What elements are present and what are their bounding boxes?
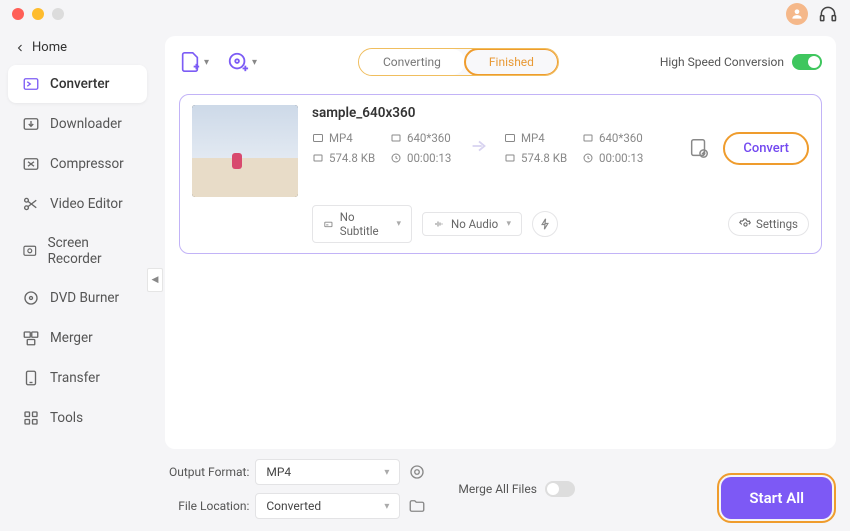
minimize-icon[interactable] bbox=[32, 8, 44, 20]
merge-toggle[interactable] bbox=[545, 481, 575, 497]
transfer-icon bbox=[22, 369, 40, 387]
chevron-down-icon: ▾ bbox=[252, 57, 257, 68]
target-size: 574.8 KB bbox=[504, 151, 568, 165]
record-icon bbox=[22, 242, 38, 260]
window-controls[interactable] bbox=[12, 8, 64, 20]
sidebar-item-tools[interactable]: Tools bbox=[8, 399, 147, 437]
sidebar-item-label: Transfer bbox=[50, 370, 100, 386]
tab-converting[interactable]: Converting bbox=[359, 49, 465, 75]
compress-icon bbox=[22, 155, 40, 173]
target-duration: 00:00:13 bbox=[582, 151, 646, 165]
speedup-button[interactable] bbox=[532, 211, 558, 237]
output-format-dropdown[interactable]: MP4 ▾ bbox=[255, 459, 400, 485]
chevron-down-icon: ▾ bbox=[396, 219, 401, 229]
output-settings-button[interactable] bbox=[406, 461, 428, 483]
output-profile-button[interactable] bbox=[685, 134, 713, 162]
sidebar-item-label: Merger bbox=[50, 330, 93, 346]
sidebar-item-dvd-burner[interactable]: DVD Burner bbox=[8, 279, 147, 317]
target-resolution: 640*360 bbox=[582, 131, 646, 145]
audio-icon bbox=[433, 218, 445, 230]
home-link[interactable]: Home bbox=[0, 32, 155, 63]
scissors-icon bbox=[22, 195, 40, 213]
chevron-down-icon: ▾ bbox=[384, 501, 389, 512]
gear-icon bbox=[408, 463, 426, 481]
open-folder-button[interactable] bbox=[406, 495, 428, 517]
close-icon[interactable] bbox=[12, 8, 24, 20]
status-tabs: Converting Finished bbox=[358, 48, 559, 76]
chevron-left-icon bbox=[14, 42, 26, 54]
home-label: Home bbox=[32, 40, 67, 55]
sidebar-item-converter[interactable]: Converter bbox=[8, 65, 147, 103]
disc-icon bbox=[22, 289, 40, 307]
source-resolution: 640*360 bbox=[390, 131, 454, 145]
add-disc-icon bbox=[227, 51, 249, 73]
sidebar-item-label: Downloader bbox=[50, 116, 122, 132]
high-speed-toggle[interactable] bbox=[792, 54, 822, 70]
chevron-down-icon: ▾ bbox=[204, 57, 209, 68]
sidebar-item-screen-recorder[interactable]: Screen Recorder bbox=[8, 225, 147, 277]
chevron-down-icon: ▾ bbox=[384, 467, 389, 478]
maximize-icon[interactable] bbox=[52, 8, 64, 20]
tab-finished[interactable]: Finished bbox=[464, 48, 559, 76]
gear-icon bbox=[739, 218, 752, 231]
sidebar: Home Converter Downloader Compressor Vid… bbox=[0, 28, 155, 531]
arrow-right-icon bbox=[460, 135, 498, 161]
sidebar-item-label: Screen Recorder bbox=[48, 235, 133, 267]
sidebar-item-compressor[interactable]: Compressor bbox=[8, 145, 147, 183]
settings-button[interactable]: Settings bbox=[728, 212, 809, 236]
source-duration: 00:00:13 bbox=[390, 151, 454, 165]
output-format-label: Output Format: bbox=[169, 465, 249, 479]
file-location-label: File Location: bbox=[169, 499, 249, 513]
file-name: sample_640x360 bbox=[312, 105, 809, 121]
convert-button[interactable]: Convert bbox=[723, 132, 809, 165]
sidebar-item-downloader[interactable]: Downloader bbox=[8, 105, 147, 143]
chevron-down-icon: ▾ bbox=[506, 219, 511, 229]
high-speed-label: High Speed Conversion bbox=[660, 55, 784, 69]
subtitle-dropdown[interactable]: No Subtitle ▾ bbox=[312, 205, 412, 243]
sidebar-item-video-editor[interactable]: Video Editor bbox=[8, 185, 147, 223]
converter-icon bbox=[22, 75, 40, 93]
source-format: MP4 bbox=[312, 131, 376, 145]
collapse-sidebar-button[interactable]: ◀ bbox=[147, 268, 163, 292]
bolt-icon bbox=[538, 217, 552, 231]
folder-icon bbox=[408, 497, 426, 515]
file-location-dropdown[interactable]: Converted ▾ bbox=[255, 493, 400, 519]
sidebar-item-merger[interactable]: Merger bbox=[8, 319, 147, 357]
target-format: MP4 bbox=[504, 131, 568, 145]
download-icon bbox=[22, 115, 40, 133]
add-file-button[interactable]: ▾ bbox=[179, 51, 209, 73]
support-icon[interactable] bbox=[818, 4, 838, 24]
source-size: 574.8 KB bbox=[312, 151, 376, 165]
merge-icon bbox=[22, 329, 40, 347]
merge-label: Merge All Files bbox=[458, 482, 537, 496]
sidebar-item-label: DVD Burner bbox=[50, 290, 119, 306]
sidebar-item-label: Converter bbox=[50, 76, 109, 92]
video-thumbnail[interactable] bbox=[192, 105, 298, 197]
add-disc-button[interactable]: ▾ bbox=[227, 51, 257, 73]
sidebar-item-transfer[interactable]: Transfer bbox=[8, 359, 147, 397]
start-all-button[interactable]: Start All bbox=[721, 477, 832, 519]
sidebar-item-label: Tools bbox=[50, 410, 83, 426]
tools-icon bbox=[22, 409, 40, 427]
sidebar-item-label: Compressor bbox=[50, 156, 124, 172]
audio-dropdown[interactable]: No Audio ▾ bbox=[422, 212, 522, 236]
file-card: sample_640x360 MP4 640*360 574.8 KB 00:0… bbox=[179, 94, 822, 254]
sidebar-item-label: Video Editor bbox=[50, 196, 123, 212]
avatar[interactable] bbox=[786, 3, 808, 25]
add-file-icon bbox=[179, 51, 201, 73]
subtitle-icon bbox=[323, 218, 334, 230]
